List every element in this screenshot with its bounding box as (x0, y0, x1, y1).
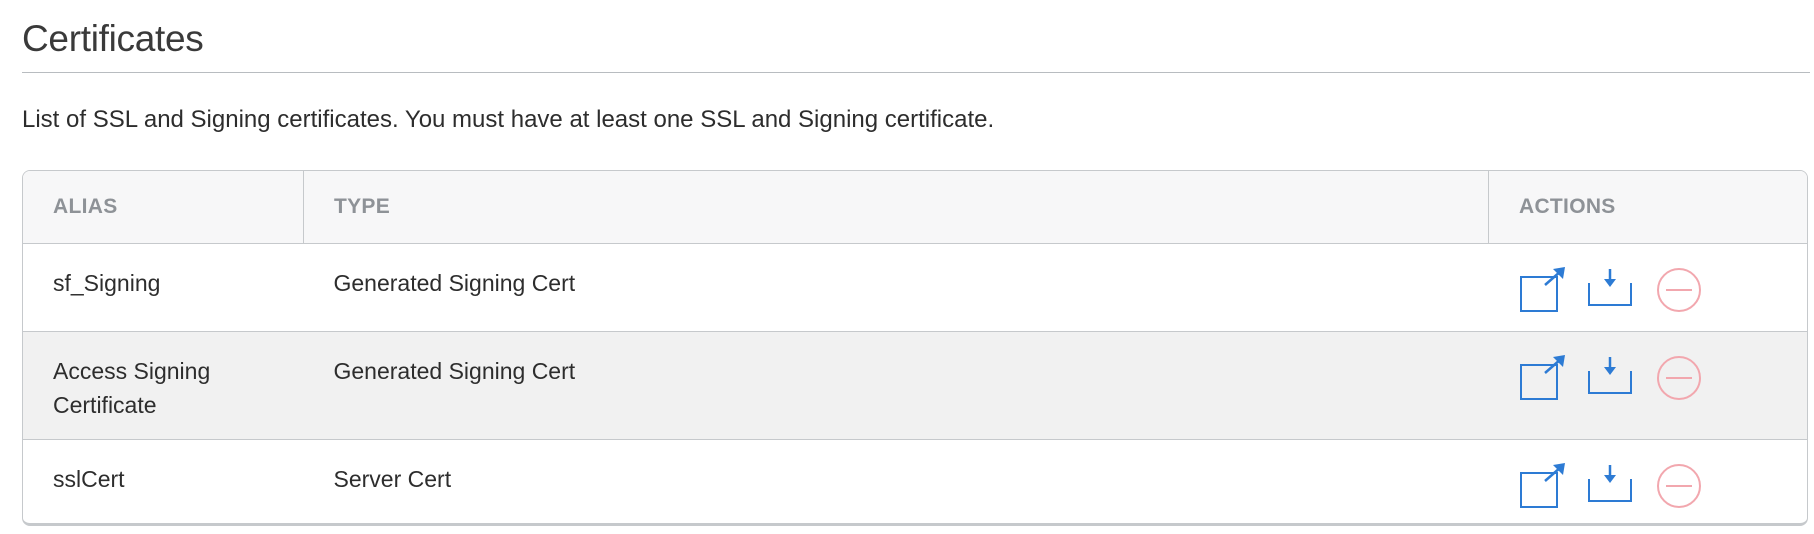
alias-cell: sslCert (23, 439, 304, 523)
export-icon[interactable] (1519, 462, 1567, 509)
alias-text: sslCert (53, 465, 125, 492)
alias-text: Access Signing Certificate (53, 357, 211, 418)
type-cell: Generated Signing Cert (303, 331, 1489, 440)
certificates-table: ALIAS TYPE ACTIONS sf_Signing Generated … (22, 170, 1808, 526)
download-icon[interactable] (1587, 463, 1635, 509)
remove-icon[interactable] (1655, 266, 1703, 314)
table-header-row: ALIAS TYPE ACTIONS (23, 171, 1807, 244)
table-row: Access Signing Certificate Generated Sig… (23, 331, 1807, 440)
type-cell: Generated Signing Cert (303, 243, 1489, 332)
download-icon[interactable] (1587, 355, 1635, 401)
column-header-alias[interactable]: ALIAS (23, 171, 304, 244)
section-title: Certificates (22, 18, 204, 59)
column-header-type[interactable]: TYPE (303, 171, 1489, 244)
table-row: sslCert Server Cert (23, 439, 1808, 523)
type-cell: Server Cert (333, 465, 452, 492)
section-description: List of SSL and Signing certificates. Yo… (22, 106, 995, 133)
actions-cell (1488, 331, 1807, 440)
actions-cell (1489, 439, 1808, 523)
export-icon[interactable] (1519, 266, 1567, 313)
certificates-page: Certificates List of SSL and Signing cer… (0, 0, 1814, 534)
export-icon[interactable] (1519, 354, 1567, 401)
remove-icon[interactable] (1655, 462, 1703, 510)
table-row: sf_Signing Generated Signing Cert (23, 243, 1807, 332)
alias-cell: Access Signing Certificate (23, 331, 304, 440)
actions-cell (1488, 243, 1807, 332)
download-icon[interactable] (1587, 267, 1635, 313)
remove-icon[interactable] (1655, 354, 1703, 402)
alias-cell: sf_Signing (23, 243, 304, 332)
title-divider (22, 72, 1810, 73)
column-header-actions: ACTIONS (1488, 171, 1807, 244)
alias-text: sf_Signing (53, 269, 161, 296)
